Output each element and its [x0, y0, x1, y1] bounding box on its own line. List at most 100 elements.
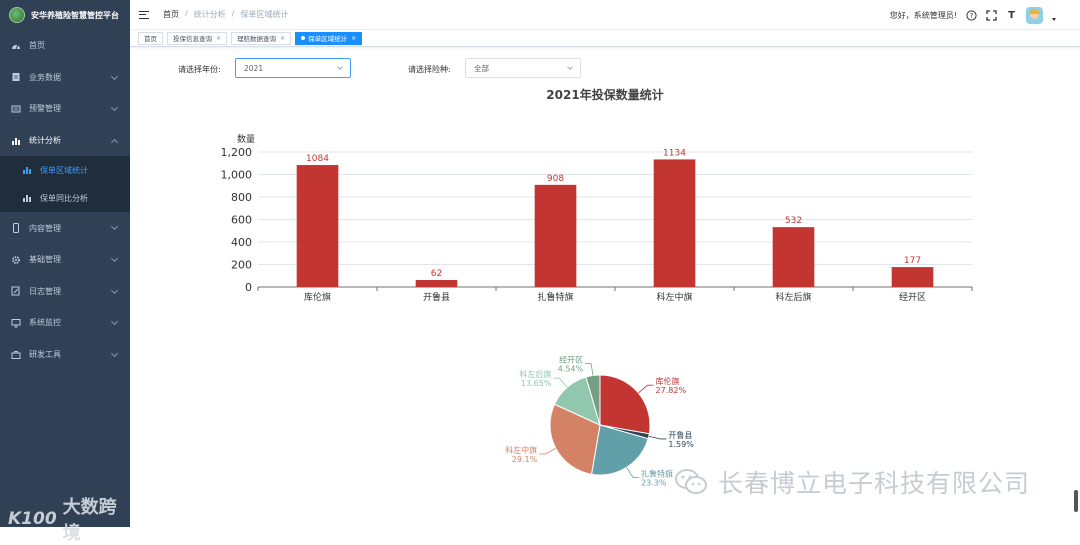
sidebar-item-3[interactable]: 统计分析 — [0, 125, 130, 157]
sidebar-item-2[interactable]: 预警管理 — [0, 93, 130, 125]
bar — [772, 227, 815, 287]
sidebar-item-5[interactable]: 基础管理 — [0, 244, 130, 276]
pie-label-line — [553, 377, 568, 388]
sidebar-subitem-label: 保单同比分析 — [40, 193, 88, 203]
pie-label-line — [638, 384, 654, 394]
sidebar-item-label: 预警管理 — [29, 104, 61, 114]
y-tick-label: 600 — [231, 214, 252, 227]
svg-text:?: ? — [970, 12, 974, 20]
bar-chart-icon — [11, 136, 21, 146]
x-tick-label: 库伦旗 — [304, 291, 331, 303]
tag-1[interactable]: 投保信息查询 × — [167, 31, 228, 45]
breadcrumb-item-home[interactable]: 首页 — [163, 9, 179, 20]
bar-chart-icon — [22, 165, 32, 175]
list-icon — [11, 104, 21, 114]
pie-slice-label: 科左后旗 — [519, 369, 551, 379]
sidebar-item-6[interactable]: 日志管理 — [0, 276, 130, 308]
bar-chart: 0 200 400 600 800 1,000 1,200数量 1084 库伦旗 62 开鲁县 908… — [221, 133, 973, 303]
app-logo-icon — [9, 7, 25, 23]
pie-slice-percent: 4.54% — [558, 365, 584, 374]
font-size-icon-label: T — [1008, 9, 1015, 21]
x-tick-label: 扎鲁特旗 — [537, 291, 573, 303]
tag-2[interactable]: 理赔数据查询 × — [231, 31, 292, 45]
greeting-text: 您好，系统管理员! — [889, 10, 957, 20]
edit-icon — [11, 286, 21, 296]
avatar[interactable] — [1026, 6, 1043, 24]
y-axis-label: 数量 — [237, 133, 255, 145]
monitor-icon — [11, 318, 21, 328]
toolbox-icon — [11, 350, 21, 360]
sidebar-subitem-0[interactable]: 保单区域统计 — [0, 156, 130, 184]
sidebar-item-label: 研发工具 — [29, 350, 61, 360]
top-navbar: 首页 / 统计分析 / 保单区域统计 您好，系统管理员! ? T — [130, 0, 1080, 30]
breadcrumb-item-current: 保单区域统计 — [240, 10, 289, 19]
breadcrumb: 首页 / 统计分析 / 保单区域统计 — [163, 9, 288, 20]
chevron-down-icon — [110, 349, 119, 357]
y-tick-label: 0 — [245, 281, 252, 294]
sidebar-item-label: 系统监控 — [29, 318, 61, 328]
hamburger-menu-icon[interactable] — [139, 10, 149, 19]
year-select-value: 2021 — [244, 63, 264, 73]
pie-slice — [599, 374, 651, 435]
sidebar-submenu: 保单区域统计 保单同比分析 — [0, 156, 130, 213]
chevron-down-icon — [337, 64, 343, 70]
help-icon[interactable]: ? — [966, 9, 977, 21]
sidebar-subitem-label: 保单区域统计 — [40, 165, 88, 175]
sidebar-item-label: 基础管理 — [29, 255, 61, 265]
mobile-icon — [11, 223, 21, 234]
bar — [296, 165, 339, 287]
gear-icon — [11, 255, 21, 265]
tag-label: 投保信息查询 — [173, 35, 212, 43]
pie-slice-percent: 23.3% — [641, 478, 667, 487]
dashboard-icon — [11, 41, 21, 51]
tag-label: 理赔数据查询 — [237, 35, 277, 43]
y-tick-label: 1,200 — [221, 146, 253, 159]
sidebar-item-4[interactable]: 内容管理 — [0, 212, 130, 244]
sidebar-item-7[interactable]: 系统监控 — [0, 307, 130, 339]
font-size-icon[interactable]: T — [1006, 10, 1017, 21]
watermark-left: K100 大数跨境 — [8, 493, 130, 545]
caret-down-icon[interactable] — [1052, 18, 1056, 21]
close-icon[interactable]: × — [280, 35, 285, 42]
bar-chart-icon — [22, 193, 32, 203]
watermark-left-text: 大数跨境 — [62, 497, 117, 544]
fullscreen-icon[interactable] — [986, 9, 997, 21]
tag-0[interactable]: 首页 — [138, 31, 163, 45]
year-label: 请选择年份: — [178, 65, 221, 74]
bar — [653, 159, 696, 287]
y-tick-label: 1,000 — [221, 169, 253, 182]
insurance-type-label: 请选择险种: — [408, 65, 451, 74]
pie-slice-percent: 13.65% — [521, 379, 552, 388]
tag-3[interactable]: 保单区域统计 × — [295, 31, 363, 45]
active-dot-icon — [301, 36, 306, 40]
y-tick-label: 400 — [231, 236, 252, 249]
pie-slice-percent: 29.1% — [512, 455, 538, 464]
sidebar-item-1[interactable]: 业务数据 — [0, 62, 130, 94]
close-icon[interactable]: × — [351, 35, 356, 42]
sidebar-item-label: 内容管理 — [29, 223, 61, 233]
pie-slice-percent: 27.82% — [656, 386, 687, 395]
bar-value-label: 908 — [547, 174, 564, 184]
x-tick-label: 科左中旗 — [656, 291, 692, 303]
scrollbar[interactable] — [1074, 490, 1078, 512]
bar-value-label: 1134 — [663, 148, 686, 158]
bar-value-label: 62 — [431, 269, 442, 279]
sidebar-item-0[interactable]: 首页 — [0, 30, 130, 62]
watermark-right: 长春博立电子科技有限公司 — [674, 464, 1030, 500]
insurance-type-select[interactable]: 全部 — [465, 58, 581, 78]
x-tick-label: 科左后旗 — [775, 291, 811, 303]
sidebar-subitem-1[interactable]: 保单同比分析 — [0, 184, 130, 212]
sidebar-menu: 首页 业务数据 预警管理 统计分析 保单区域统计 保单同比分析 内容管理 基础管… — [0, 30, 130, 370]
breadcrumb-item-stats[interactable]: 统计分析 — [194, 9, 226, 20]
app-title: 安华养殖险智慧管控平台 — [31, 10, 119, 20]
chevron-down-icon — [110, 72, 119, 80]
pie-slice-label: 经开区 — [559, 355, 583, 365]
close-icon[interactable]: × — [216, 35, 221, 42]
tag-label: 首页 — [144, 35, 157, 43]
pie-slice-label: 科左中旗 — [505, 445, 537, 455]
chevron-down-icon — [567, 64, 573, 70]
x-tick-label: 经开区 — [899, 291, 926, 303]
pie-label-line — [626, 467, 640, 478]
sidebar-item-8[interactable]: 研发工具 — [0, 339, 130, 371]
year-select[interactable]: 2021 — [235, 58, 351, 78]
